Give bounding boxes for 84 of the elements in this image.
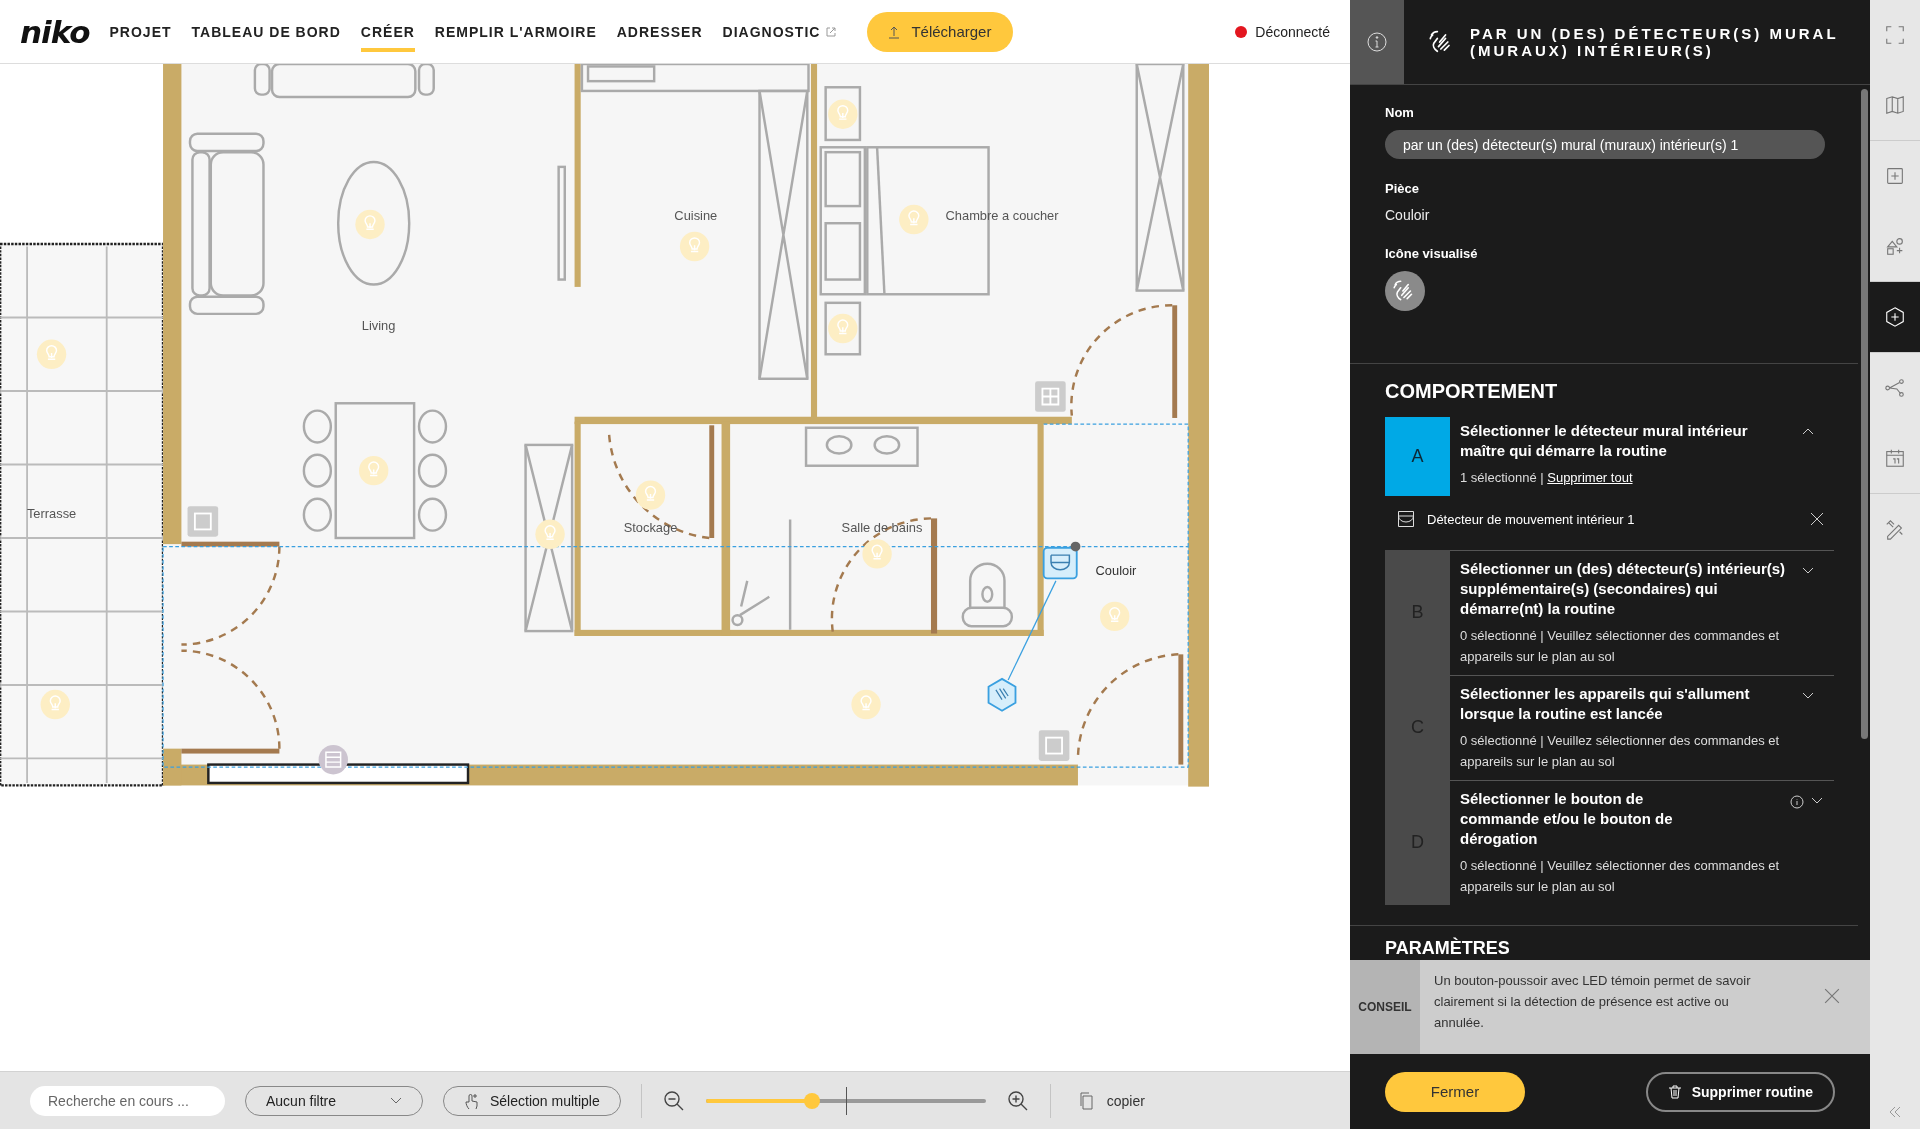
- selected-device: Détecteur de mouvement intérieur 1: [1427, 511, 1636, 527]
- nav-tab[interactable]: PROJET: [109, 15, 172, 52]
- nav-tab[interactable]: CRÉER: [360, 15, 415, 52]
- light-marker-icon[interactable]: [36, 339, 67, 369]
- info-tab[interactable]: [1350, 0, 1404, 84]
- zoom-out-icon[interactable]: [661, 1088, 686, 1113]
- add-device-tool[interactable]: [1870, 282, 1920, 352]
- light-marker-icon[interactable]: [899, 204, 929, 235]
- nav-tab[interactable]: DIAGNOSTIC: [722, 15, 838, 52]
- hand-pointer-icon: [464, 1091, 480, 1110]
- step-status: 1 sélectionné | Supprimer tout: [1460, 469, 1634, 487]
- room-label: Salle de bains: [841, 519, 923, 535]
- step-status: 0 sélectionné | Veuillez sélectionner des commandes et appareils sur le plan au sol: [1460, 627, 1781, 666]
- remove-all-link[interactable]: Supprimer tout: [1547, 470, 1633, 485]
- light-marker-icon[interactable]: [828, 313, 858, 344]
- info-icon[interactable]: [1790, 795, 1804, 809]
- zoom-in-icon[interactable]: [1005, 1088, 1030, 1113]
- step-status: 0 sélectionné | Veuillez sélectionner des commandes et appareils sur le plan au sol: [1460, 857, 1781, 896]
- light-marker-icon[interactable]: [635, 480, 666, 510]
- room-value: Couloir: [1385, 207, 1430, 223]
- nav-tab[interactable]: REMPLIR L'ARMOIRE: [434, 15, 597, 52]
- room-label: Terrasse: [26, 506, 77, 522]
- light-marker-icon[interactable]: [355, 209, 385, 240]
- info-icon: [1366, 31, 1388, 53]
- room-label: Chambre a coucher: [945, 207, 1059, 223]
- connection-status: Déconnecté: [1255, 23, 1330, 40]
- hand-wave-icon[interactable]: [1385, 271, 1425, 311]
- name-field[interactable]: par un (des) détecteur(s) mural (muraux) intérieur(s) 1: [1385, 130, 1825, 159]
- step-title: Sélectionner un (des) détecteur(s) intérieur(s) supplémentaire(s) (secondaires) qui démarre(nt) la routine: [1460, 559, 1787, 619]
- motion-detector-icon[interactable]: [1042, 541, 1081, 580]
- light-marker-icon[interactable]: [828, 99, 858, 129]
- window-marker-icon[interactable]: [1035, 381, 1066, 412]
- collapse-icon[interactable]: [1888, 1105, 1902, 1119]
- connections-icon: [1884, 377, 1906, 399]
- light-marker-icon[interactable]: [535, 519, 565, 549]
- zoom-slider-thumb[interactable]: [804, 1092, 821, 1109]
- hand-wave-device-icon[interactable]: [987, 677, 1017, 712]
- switch-marker-icon[interactable]: [187, 506, 219, 537]
- step-title: Sélectionner le bouton de commande et/ou le bouton de dérogation: [1460, 789, 1674, 849]
- map-icon: [1884, 94, 1906, 116]
- light-marker-icon[interactable]: [1100, 601, 1130, 632]
- light-marker-icon[interactable]: [862, 539, 892, 569]
- step-letter: A: [1385, 417, 1450, 496]
- fullscreen-icon: [1884, 24, 1906, 46]
- field-label: Icône visualisé: [1385, 246, 1479, 261]
- tip-text: Un bouton-poussoir avec LED témoin permet de savoir clairement si la détection de présence est active ou annulée.: [1433, 972, 1752, 1032]
- upload-icon: [887, 24, 902, 39]
- logo[interactable]: niko: [20, 13, 90, 50]
- add-device-icon: [1884, 306, 1906, 328]
- light-marker-icon[interactable]: [851, 689, 881, 720]
- step-title: Sélectionner le détecteur mural intérieur maître qui démarre la routine: [1460, 421, 1749, 461]
- field-label: Pièce: [1385, 181, 1420, 196]
- close-button[interactable]: Fermer: [1385, 1071, 1525, 1112]
- delete-routine-button[interactable]: Supprimer routine: [1645, 1071, 1835, 1112]
- add-shape-icon: [1884, 235, 1906, 257]
- step-status: 0 sélectionné | Veuillez sélectionner des commandes et appareils sur le plan au sol: [1460, 732, 1781, 771]
- step-title: Sélectionner les appareils qui s'allument lorsque la routine est lancée: [1460, 684, 1751, 724]
- light-marker-icon[interactable]: [40, 689, 70, 720]
- room-label: Couloir: [1095, 562, 1137, 578]
- tip-label: CONSEIL: [1350, 960, 1420, 1054]
- close-icon[interactable]: [1810, 512, 1824, 526]
- room-label: Cuisine: [674, 207, 718, 223]
- scrollbar[interactable]: [1861, 89, 1868, 739]
- light-marker-icon[interactable]: [679, 231, 710, 262]
- trash-icon: [1667, 1084, 1682, 1099]
- calendar-icon: [1884, 447, 1906, 469]
- motion-detector-icon: [1397, 510, 1415, 528]
- section-heading: COMPORTEMENT: [1384, 379, 1559, 404]
- room-label: Living: [361, 317, 396, 333]
- upload-button[interactable]: Télécharger: [867, 11, 1014, 52]
- light-marker-icon[interactable]: [359, 455, 389, 486]
- field-label: Nom: [1385, 105, 1415, 120]
- search-field[interactable]: Recherche en cours ...: [30, 1085, 225, 1116]
- room-label: Stockage: [623, 519, 678, 535]
- shutter-marker-icon[interactable]: [318, 745, 348, 775]
- chevron-down-icon: [390, 1096, 402, 1105]
- nav-tab[interactable]: TABLEAU DE BORD: [191, 15, 341, 52]
- add-room-icon: [1884, 165, 1906, 187]
- copy-button[interactable]: copier: [1070, 1089, 1151, 1112]
- switch-marker-icon[interactable]: [1038, 730, 1070, 761]
- nav-tab[interactable]: ADRESSER: [616, 15, 703, 52]
- zoom-slider[interactable]: [705, 1086, 986, 1115]
- panel-title: PAR UN (DES) DÉTECTEUR(S) MURAL (MURAUX) INTÉRIEUR(S): [1470, 25, 1840, 59]
- external-link-icon: [825, 25, 838, 38]
